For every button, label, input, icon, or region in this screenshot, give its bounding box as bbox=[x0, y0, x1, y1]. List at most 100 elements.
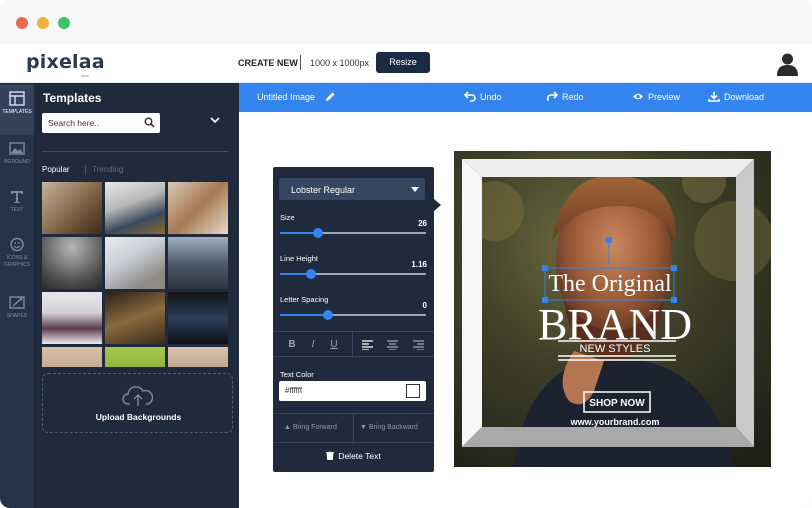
tab-popular[interactable]: Popular bbox=[42, 165, 70, 174]
iconbar-graphics[interactable]: ICONS & GRAPHICS bbox=[0, 231, 34, 291]
search-input[interactable]: Search here.. bbox=[48, 118, 99, 128]
headline-text[interactable]: The Original bbox=[548, 271, 672, 297]
letter-spacing-slider-handle[interactable] bbox=[323, 310, 334, 320]
selection-handle[interactable] bbox=[542, 265, 548, 271]
text-color-field[interactable]: #ffffff bbox=[279, 381, 426, 401]
cta-text[interactable]: SHOP NOW bbox=[589, 398, 645, 409]
delete-text-button[interactable]: Delete Text bbox=[273, 450, 434, 461]
templates-icon bbox=[9, 91, 25, 106]
template-thumbnail[interactable] bbox=[42, 237, 102, 289]
bold-button[interactable]: B bbox=[282, 332, 302, 358]
app-window: pixelaa beta CREATE NEW 1000 x 1000px Re… bbox=[0, 0, 812, 508]
create-new-label: CREATE NEW bbox=[238, 58, 298, 68]
underline-button[interactable]: U bbox=[324, 332, 344, 358]
caret-down-icon: ▼ bbox=[360, 424, 369, 431]
letter-spacing-value: 0 bbox=[422, 301, 427, 310]
format-divider bbox=[352, 332, 353, 358]
logo[interactable]: pixelaa bbox=[26, 51, 105, 73]
line-height-slider[interactable] bbox=[280, 269, 426, 279]
size-label: Size bbox=[280, 213, 295, 222]
trash-icon bbox=[326, 450, 335, 461]
preview-label: Preview bbox=[648, 92, 681, 102]
color-swatch[interactable] bbox=[406, 384, 420, 398]
text-properties-panel: Lobster Regular Size 26 Line Height 1.16… bbox=[273, 167, 434, 472]
close-window-button[interactable] bbox=[16, 17, 28, 29]
iconbar-label: SHAPES bbox=[6, 313, 28, 319]
redo-button[interactable]: Redo bbox=[547, 91, 584, 102]
pencil-icon[interactable] bbox=[325, 91, 336, 102]
align-center-icon[interactable] bbox=[387, 340, 398, 350]
upload-backgrounds-dropzone[interactable]: Upload Backgrounds bbox=[42, 373, 233, 433]
template-thumbnail[interactable] bbox=[105, 292, 165, 344]
line-height-slider-handle[interactable] bbox=[305, 269, 316, 279]
search-icon[interactable] bbox=[144, 117, 155, 128]
search-box[interactable]: Search here.. bbox=[42, 113, 160, 133]
selection-handle[interactable] bbox=[671, 265, 677, 271]
chevron-down-icon[interactable] bbox=[210, 117, 220, 124]
font-family-select[interactable]: Lobster Regular bbox=[279, 178, 425, 200]
download-label: Download bbox=[724, 92, 765, 102]
template-thumbnail[interactable] bbox=[105, 237, 165, 289]
preview-button[interactable]: Preview bbox=[633, 92, 681, 102]
app-header: pixelaa beta CREATE NEW 1000 x 1000px Re… bbox=[0, 44, 812, 83]
tool-icon-bar: TEMPLATES BGROUND TEXT ICONS & GRAPHICS … bbox=[0, 83, 34, 508]
letter-spacing-slider-fill bbox=[280, 314, 329, 316]
minimize-window-button[interactable] bbox=[37, 17, 49, 29]
text-color-label: Text Color bbox=[280, 370, 314, 379]
iconbar-background[interactable]: BGROUND bbox=[0, 135, 34, 185]
template-grid bbox=[42, 182, 229, 367]
frame-left bbox=[462, 159, 482, 447]
iconbar-label: BGROUND bbox=[4, 159, 30, 165]
text-icon bbox=[11, 191, 23, 203]
file-name[interactable]: Untitled Image bbox=[257, 92, 335, 102]
template-thumbnail[interactable] bbox=[42, 292, 102, 344]
frame-top bbox=[462, 159, 754, 177]
template-thumbnail[interactable] bbox=[168, 292, 228, 344]
maximize-window-button[interactable] bbox=[58, 17, 70, 29]
text-color-value: #ffffff bbox=[285, 386, 303, 395]
template-thumbnail[interactable] bbox=[168, 182, 228, 234]
layer-order-row: ▲ Bring Forward ▼ Bring Backward bbox=[273, 413, 434, 444]
template-thumbnail[interactable] bbox=[42, 347, 102, 367]
align-right-icon[interactable] bbox=[413, 340, 424, 350]
template-thumbnail[interactable] bbox=[168, 347, 228, 367]
iconbar-templates[interactable]: TEMPLATES bbox=[0, 85, 34, 135]
tab-trending[interactable]: Trending bbox=[92, 165, 123, 174]
download-icon bbox=[708, 92, 720, 102]
bring-backward-button[interactable]: ▼ Bring Backward bbox=[360, 424, 418, 431]
url-text[interactable]: www.yourbrand.com bbox=[570, 417, 660, 427]
canvas-dimensions: 1000 x 1000px bbox=[310, 58, 370, 68]
design-canvas[interactable]: The Original BRAND NEW STYLES SHOP NOW w… bbox=[454, 151, 771, 467]
panel-title: Templates bbox=[43, 91, 102, 105]
logo-text: pixelaa bbox=[26, 51, 105, 73]
frame-right bbox=[736, 159, 754, 447]
italic-button[interactable]: I bbox=[303, 332, 323, 358]
graphics-icon bbox=[10, 237, 24, 252]
iconbar-label: TEMPLATES bbox=[2, 109, 32, 115]
line-height-value: 1.16 bbox=[411, 260, 427, 269]
iconbar-label: ICONS & GRAPHICS bbox=[3, 255, 31, 268]
align-left-icon[interactable] bbox=[362, 340, 373, 350]
size-slider[interactable] bbox=[280, 228, 426, 238]
logo-subtitle: beta bbox=[81, 73, 89, 78]
download-button[interactable]: Download bbox=[708, 92, 765, 102]
rotate-handle[interactable] bbox=[606, 237, 612, 243]
panel-pointer bbox=[434, 199, 441, 211]
iconbar-text[interactable]: TEXT bbox=[0, 183, 34, 233]
size-slider-handle[interactable] bbox=[312, 228, 323, 238]
undo-button[interactable]: Undo bbox=[464, 91, 502, 102]
background-icon bbox=[9, 142, 25, 155]
title-bar bbox=[0, 0, 812, 44]
template-thumbnail[interactable] bbox=[42, 182, 102, 234]
resize-button[interactable]: Resize bbox=[376, 52, 430, 73]
template-thumbnail[interactable] bbox=[105, 182, 165, 234]
tab-divider bbox=[85, 165, 86, 175]
panel-divider bbox=[42, 151, 228, 152]
subline-text[interactable]: NEW STYLES bbox=[580, 343, 651, 355]
iconbar-shapes[interactable]: SHAPES bbox=[0, 289, 34, 339]
user-avatar-icon[interactable] bbox=[775, 51, 800, 76]
template-thumbnail[interactable] bbox=[168, 237, 228, 289]
letter-spacing-slider[interactable] bbox=[280, 310, 426, 320]
bring-forward-button[interactable]: ▲ Bring Forward bbox=[284, 424, 337, 431]
template-thumbnail[interactable] bbox=[105, 347, 165, 367]
